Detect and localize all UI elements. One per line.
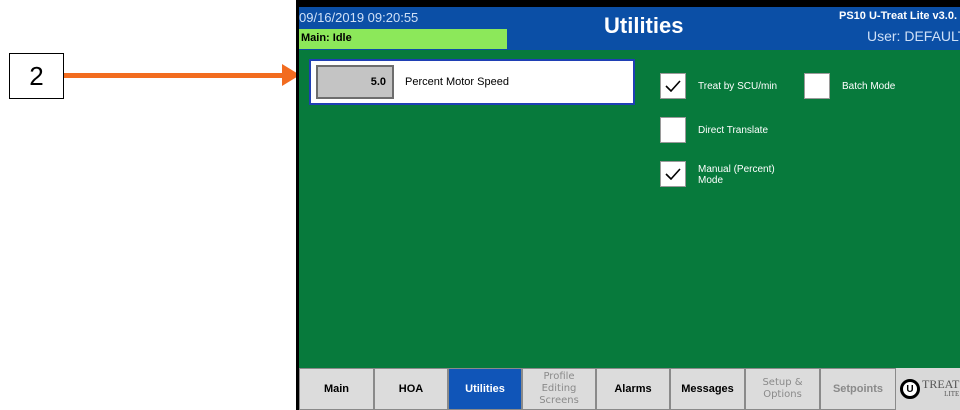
tab-setup-line2: Options [763,389,802,400]
bottom-tab-bar: Main HOA Utilities Profile Editing Scree… [299,368,960,410]
user-label: User: DEFAULT [867,28,960,44]
manual-percent-mode-label-line1: Manual (Percent) [698,164,775,175]
manual-percent-mode-label-line2: Mode [698,175,724,186]
title-bar: 09/16/2019 09:20:55 Main: Idle Utilities… [299,7,960,50]
hmi-screen: 09/16/2019 09:20:55 Main: Idle Utilities… [296,0,960,410]
page-title: Utilities [604,13,684,38]
batch-mode-label: Batch Mode [842,81,896,92]
tab-main[interactable]: Main [299,368,374,410]
datetime-display: 09/16/2019 09:20:55 [299,10,419,25]
status-bar: Main: Idle [299,29,507,49]
utreat-logo-icon: U [900,379,920,399]
utreat-logo-text: TREAT LITE [922,378,959,399]
tab-profile-line1: Profile [543,371,575,382]
direct-translate-label: Direct Translate [698,125,769,136]
tab-setup-options[interactable]: Setup & Options [745,368,820,410]
motor-speed-input[interactable]: 5.0 [316,65,394,99]
direct-translate-checkbox[interactable] [660,117,686,143]
utilities-panel: 5.0 Percent Motor Speed Treat by SCU/min… [299,50,960,368]
treat-by-scu-label: Treat by SCU/min [698,81,778,92]
tab-profile-line3: Screens [539,395,579,406]
manual-percent-mode-label: Manual (Percent) Mode [698,164,775,186]
callout-number: 2 [29,60,44,91]
tab-profile-editing-screens[interactable]: Profile Editing Screens [522,368,596,410]
tab-profile-label: Profile Editing Screens [539,371,579,407]
tab-messages[interactable]: Messages [670,368,745,410]
tab-setup-line1: Setup & [762,377,803,388]
tab-setpoints[interactable]: Setpoints [820,368,896,410]
batch-mode-checkbox[interactable] [804,73,830,99]
tab-alarms[interactable]: Alarms [596,368,670,410]
callout-number-box: 2 [9,53,64,99]
motor-speed-field: 5.0 Percent Motor Speed [309,59,635,105]
tab-profile-line2: Editing [541,383,577,394]
callout-arrow-line [64,73,284,78]
motor-speed-label: Percent Motor Speed [405,76,509,88]
treat-by-scu-checkbox[interactable] [660,73,686,99]
checkmark-icon [665,80,681,92]
version-label: PS10 U-Treat Lite v3.0. [839,10,957,22]
tab-hoa[interactable]: HOA [374,368,448,410]
checkmark-icon [665,168,681,180]
utreat-logo: U TREAT LITE [896,368,960,410]
manual-percent-mode-checkbox[interactable] [660,161,686,187]
tab-setup-label: Setup & Options [762,377,802,401]
tab-utilities[interactable]: Utilities [448,368,522,410]
